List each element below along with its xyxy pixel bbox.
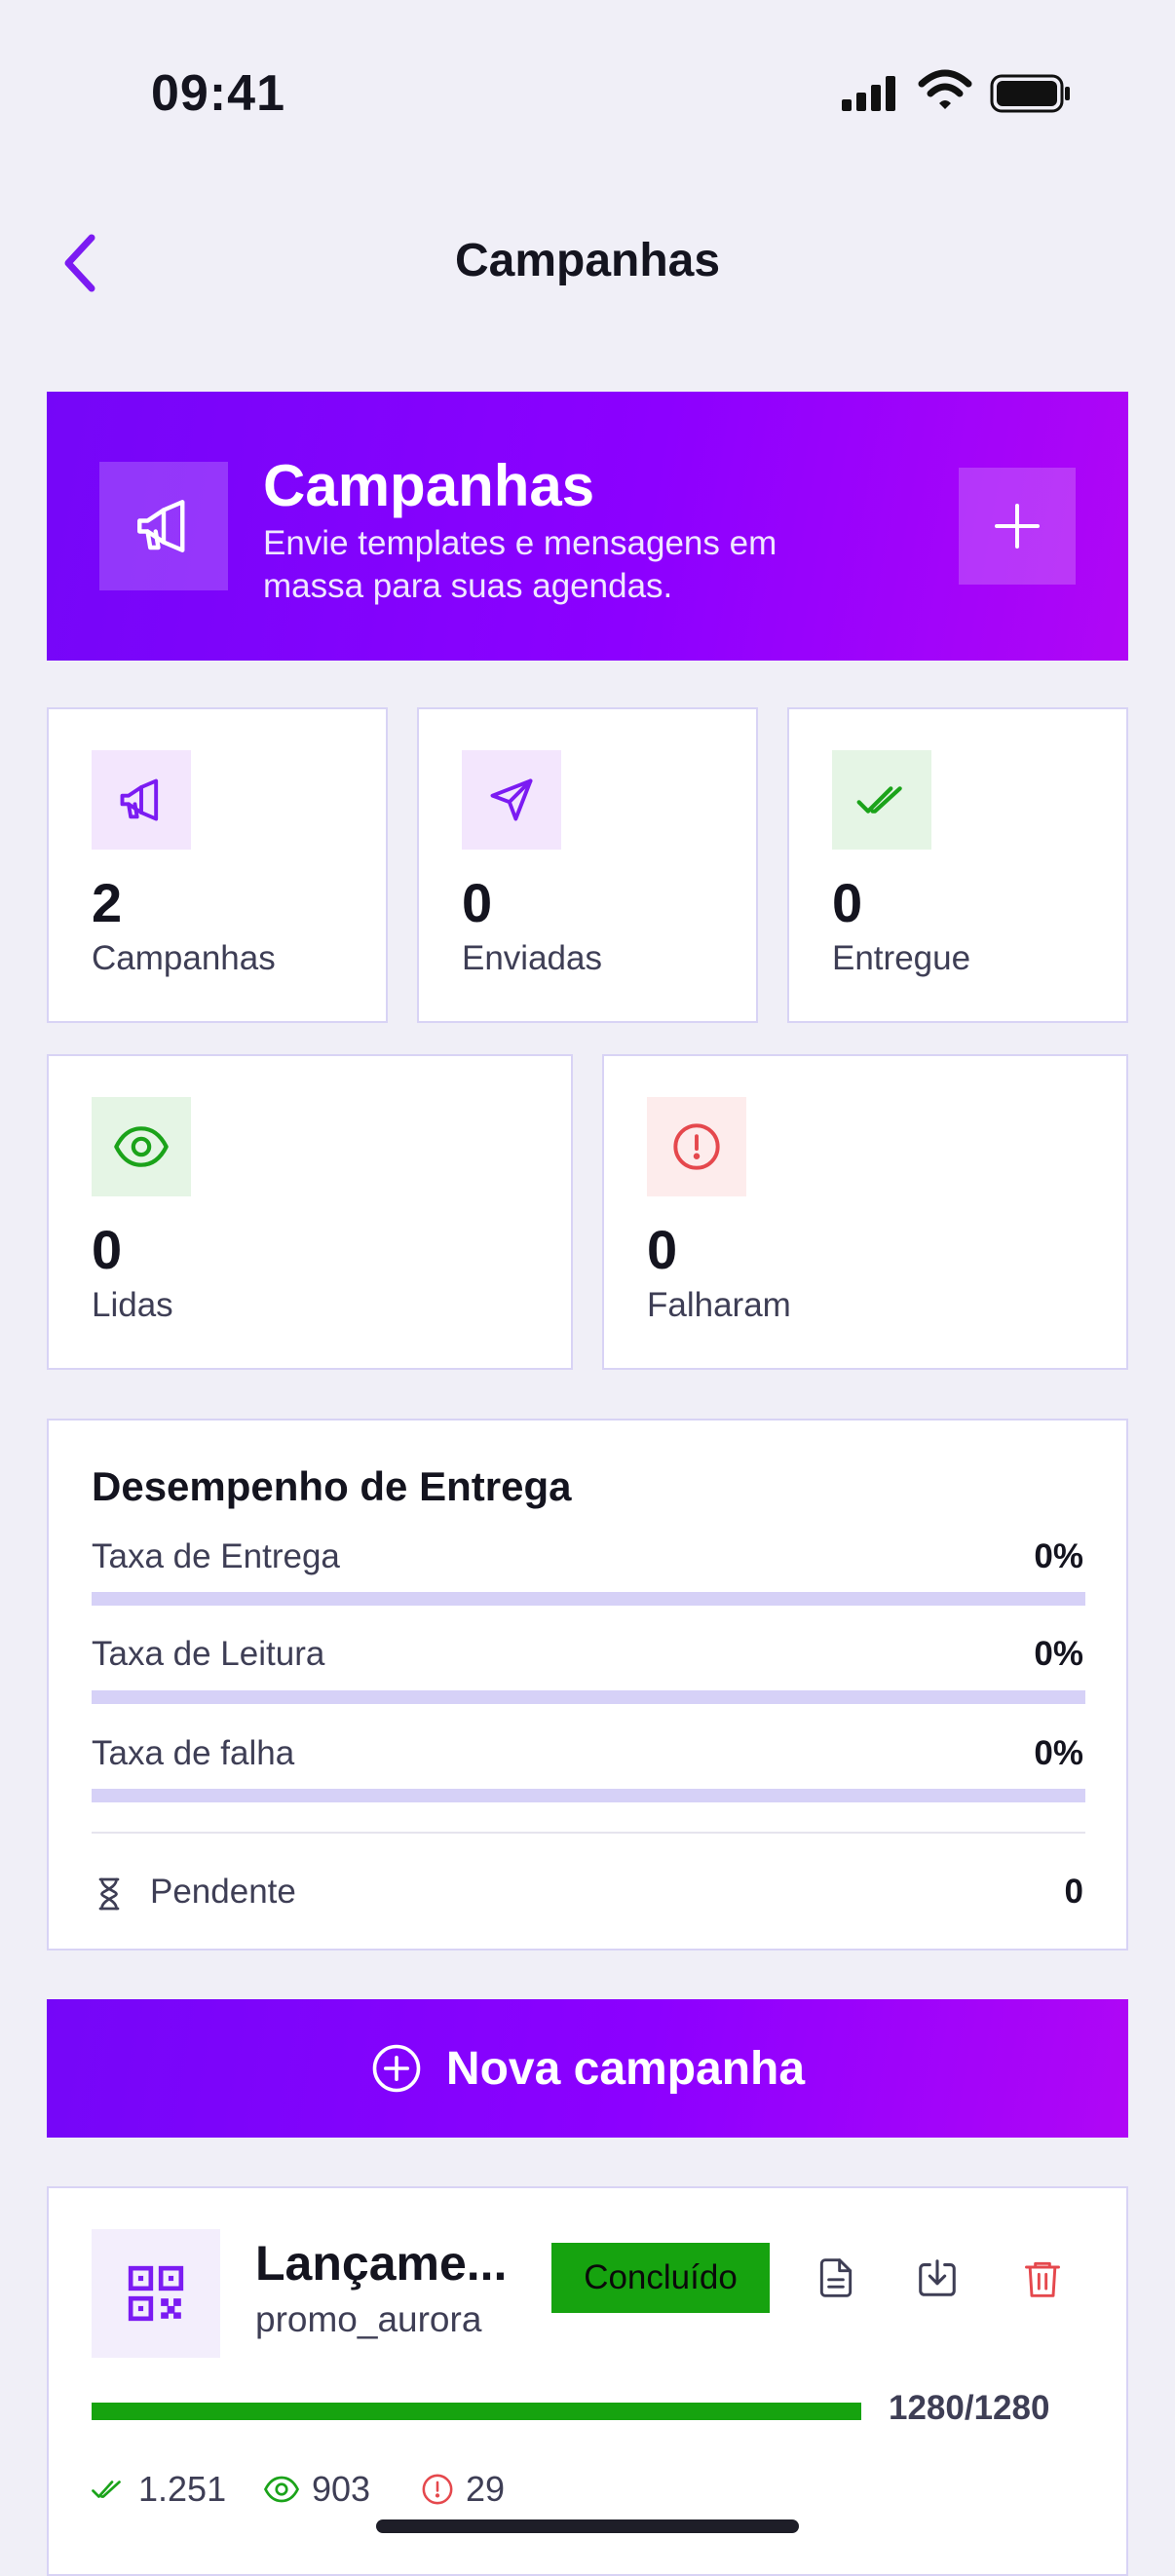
status-badge: Concluído: [551, 2243, 770, 2313]
status-time: 09:41: [151, 65, 285, 122]
stat-card-falharam: 0 Falharam: [602, 1054, 1128, 1370]
wifi-icon: [918, 68, 972, 118]
campaign-progress-bar: [92, 2403, 861, 2420]
pending-label: Pendente: [150, 1873, 296, 1911]
add-campaign-button[interactable]: [959, 468, 1076, 585]
double-check-icon: [92, 2481, 121, 2498]
failure-rate-label: Taxa de falha: [92, 1734, 295, 1772]
view-report-button[interactable]: [805, 2247, 867, 2309]
document-icon: [819, 2258, 853, 2297]
qr-code-icon: [92, 2229, 220, 2358]
stat-label: Entregue: [832, 939, 971, 977]
stat-value: 0: [92, 1219, 123, 1280]
stat-value: 0: [462, 872, 493, 933]
hero-title: Campanhas: [263, 453, 595, 518]
delivery-rate-label: Taxa de Entrega: [92, 1537, 340, 1575]
megaphone-icon: [99, 462, 228, 590]
delivery-performance-card: Desempenho de Entrega Taxa de Entrega 0%…: [47, 1419, 1128, 1951]
page-title: Campanhas: [454, 235, 721, 286]
failure-rate-bar: [92, 1789, 1085, 1802]
campaign-template: promo_aurora: [255, 2299, 482, 2339]
stat-card-lidas: 0 Lidas: [47, 1054, 573, 1370]
alert-circle-icon: [422, 2474, 453, 2505]
plus-circle-icon: [372, 2044, 421, 2093]
new-campaign-label: Nova campanha: [445, 2042, 806, 2095]
download-icon: [919, 2259, 956, 2296]
battery-icon: [990, 74, 1072, 118]
hourglass-icon: [92, 1875, 127, 1918]
stat-card-entregue: 0 Entregue: [787, 707, 1128, 1023]
stat-value: 0: [647, 1219, 678, 1280]
plus-icon: [995, 504, 1040, 549]
read-rate-label: Taxa de Leitura: [92, 1635, 325, 1673]
megaphone-icon: [92, 750, 191, 850]
new-campaign-button[interactable]: Nova campanha: [47, 1999, 1128, 2138]
campaign-progress-fill: [92, 2403, 861, 2420]
send-icon: [462, 750, 561, 850]
eye-icon: [263, 2476, 300, 2503]
eye-icon: [92, 1097, 191, 1196]
stat-label: Enviadas: [462, 939, 602, 977]
stat-value: 2: [92, 872, 123, 933]
home-indicator: [376, 2519, 799, 2533]
double-check-icon: [832, 750, 931, 850]
trash-icon: [1025, 2261, 1060, 2297]
download-button[interactable]: [906, 2247, 968, 2309]
stat-value: 0: [832, 872, 863, 933]
delivered-count: 1.251: [92, 2469, 226, 2510]
delivery-rate-value: 0%: [1034, 1537, 1083, 1575]
delivery-rate-bar: [92, 1592, 1085, 1606]
stat-card-enviadas: 0 Enviadas: [417, 707, 758, 1023]
campaign-name: Lançame...: [255, 2236, 508, 2291]
failed-count: 29: [421, 2469, 505, 2510]
stat-card-campanhas: 2 Campanhas: [47, 707, 388, 1023]
hero-subtitle: Envie templates e mensagens em massa par…: [263, 524, 777, 605]
stat-label: Falharam: [647, 1286, 791, 1324]
campaign-progress-text: 1280/1280: [889, 2389, 1050, 2427]
read-rate-value: 0%: [1034, 1635, 1083, 1673]
performance-title: Desempenho de Entrega: [92, 1463, 572, 1509]
failure-rate-value: 0%: [1034, 1734, 1083, 1772]
alert-circle-icon: [647, 1097, 746, 1196]
divider: [92, 1832, 1085, 1834]
stat-label: Lidas: [92, 1286, 173, 1324]
campaign-card[interactable]: Lançame... promo_aurora Concluído 1280/1…: [47, 2186, 1128, 2576]
hero-banner: Campanhas Envie templates e mensagens em…: [47, 392, 1128, 661]
cellular-signal-icon: [840, 74, 898, 118]
read-count: 903: [263, 2469, 370, 2510]
stat-label: Campanhas: [92, 939, 276, 977]
pending-value: 0: [1064, 1873, 1083, 1911]
read-rate-bar: [92, 1690, 1085, 1704]
delete-button[interactable]: [1011, 2247, 1074, 2309]
